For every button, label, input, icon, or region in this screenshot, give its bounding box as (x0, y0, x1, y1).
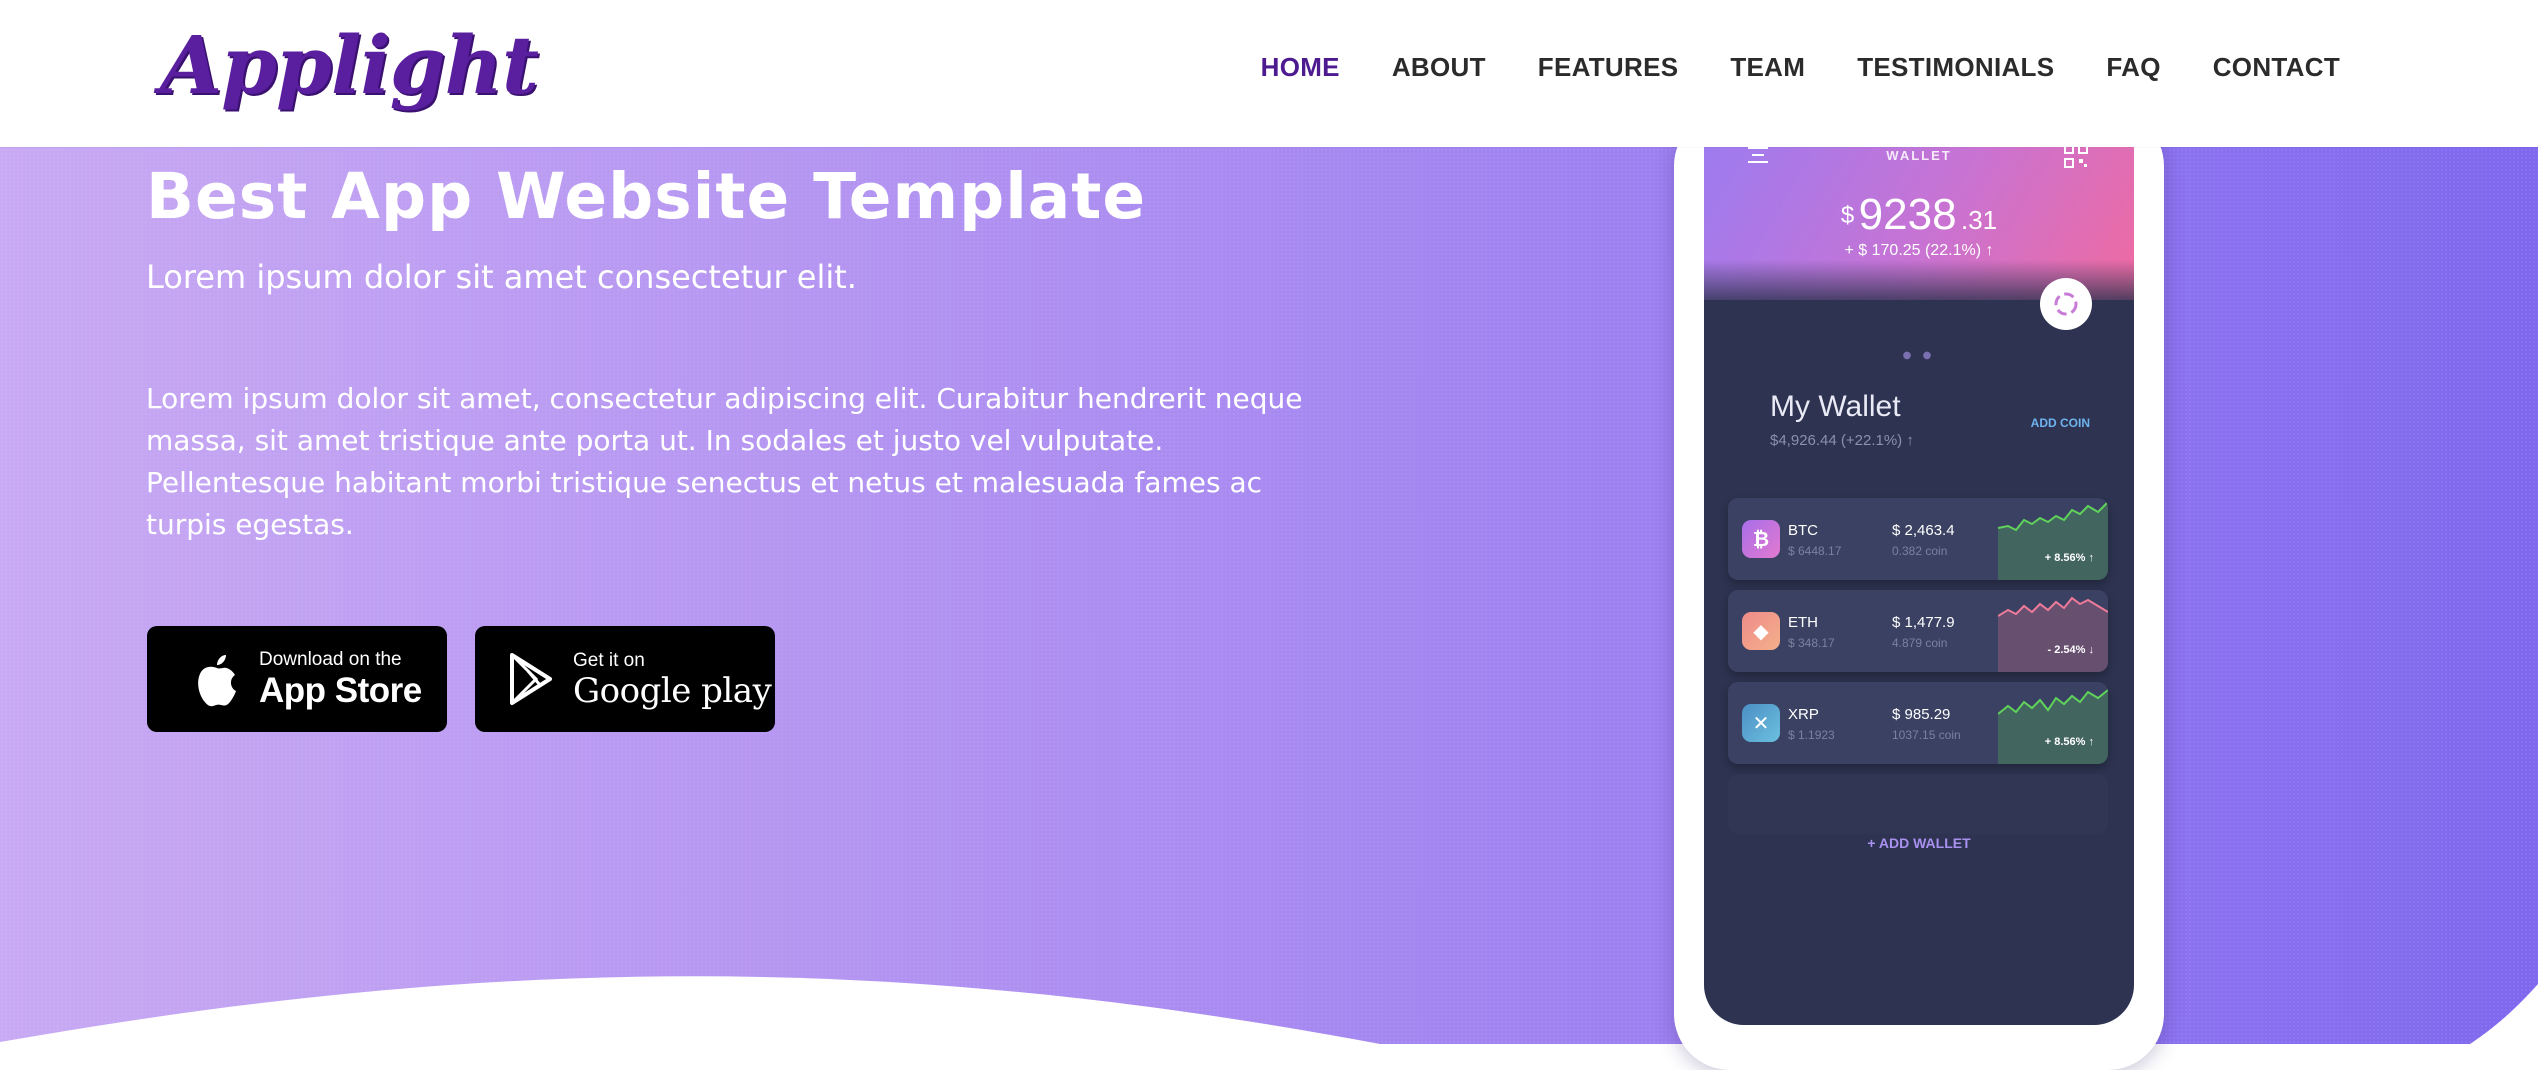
coin-price: $ 1,477.9 (1892, 614, 1955, 631)
coin-price: $ 2,463.4 (1892, 522, 1955, 539)
hero-subtitle: Lorem ipsum dolor sit amet consectetur e… (146, 258, 857, 296)
google-play-small-text: Get it on (573, 649, 645, 671)
balance-cents: .31 (1961, 205, 1998, 235)
bitcoin-icon: ₿ (1742, 520, 1780, 558)
app-store-button[interactable]: Download on the App Store (147, 626, 447, 732)
add-wallet-button[interactable]: + ADD WALLET (1704, 835, 2134, 851)
wallet-balance: $ 9238 .31 (1704, 190, 2134, 240)
nav-testimonials[interactable]: TESTIMONIALS (1857, 52, 2054, 83)
phone-screen: WALLET $ 9238 .31 + $ 170.25 (22.1%) ↑ ●… (1704, 110, 2134, 1025)
app-store-big-text: App Store (259, 671, 422, 710)
nav-team[interactable]: TEAM (1730, 52, 1805, 83)
coin-change: + 8.56% ↑ (2044, 552, 2094, 564)
phone-mockup: WALLET $ 9238 .31 + $ 170.25 (22.1%) ↑ ●… (1674, 110, 2164, 1070)
coin-amount: 4.879 coin (1892, 636, 1948, 650)
coin-card-faded (1728, 774, 2108, 834)
hero-paragraph: Lorem ipsum dolor sit amet, consectetur … (146, 382, 1303, 541)
sparkline-btc: + 8.56% ↑ (1998, 498, 2108, 580)
refresh-button[interactable] (2040, 278, 2092, 330)
coin-price: $ 985.29 (1892, 706, 1951, 723)
play-icon (510, 653, 552, 705)
nav-contact[interactable]: CONTACT (2213, 52, 2340, 83)
coin-name: XRP (1788, 706, 1819, 723)
ripple-icon: ✕ (1742, 704, 1780, 742)
nav-home[interactable]: HOME (1261, 52, 1340, 83)
my-wallet-title: My Wallet (1770, 390, 1901, 423)
coin-name: BTC (1788, 522, 1818, 539)
my-wallet-subtitle: $4,926.44 (+22.1%) ↑ (1770, 432, 1914, 449)
page-dots: ● ● (1902, 350, 1936, 361)
hero-title: Best App Website Template (146, 160, 1147, 233)
qr-code-icon (2064, 144, 2088, 168)
google-play-button[interactable]: Get it on Google play (475, 626, 775, 732)
coin-amount: 0.382 coin (1892, 544, 1948, 558)
coin-name: ETH (1788, 614, 1818, 631)
sparkline-eth: - 2.54% ↓ (1998, 590, 2108, 672)
coin-card-eth[interactable]: ◆ ETH $ 348.17 $ 1,477.9 4.879 coin - 2.… (1728, 590, 2108, 672)
coin-change: + 8.56% ↑ (2044, 736, 2094, 748)
ethereum-icon: ◆ (1742, 612, 1780, 650)
refresh-icon (2054, 292, 2078, 316)
sparkline-xrp: + 8.56% ↑ (1998, 682, 2108, 764)
coin-card-btc[interactable]: ₿ BTC $ 6448.17 $ 2,463.4 0.382 coin + 8… (1728, 498, 2108, 580)
main-nav: HOME ABOUT FEATURES TEAM TESTIMONIALS FA… (1209, 52, 2340, 83)
coin-usd: $ 6448.17 (1788, 544, 1842, 558)
site-header: Applight HOME ABOUT FEATURES TEAM TESTIM… (0, 0, 2538, 147)
brand-logo[interactable]: Applight (160, 18, 539, 112)
coin-card-xrp[interactable]: ✕ XRP $ 1.1923 $ 985.29 1037.15 coin + 8… (1728, 682, 2108, 764)
balance-change: + $ 170.25 (22.1%) ↑ (1844, 242, 1994, 259)
google-play-big-text: Google play (573, 670, 772, 711)
nav-features[interactable]: FEATURES (1538, 52, 1679, 83)
app-store-small-text: Download on the (259, 649, 402, 670)
balance-main: 9238 (1858, 190, 1957, 239)
balance-currency: $ (1840, 202, 1855, 229)
add-coin-link[interactable]: ADD COIN (2031, 416, 2090, 430)
coin-amount: 1037.15 coin (1892, 728, 1961, 742)
apple-icon (198, 655, 236, 707)
coin-change: - 2.54% ↓ (2047, 644, 2094, 656)
nav-about[interactable]: ABOUT (1392, 52, 1486, 83)
coin-usd: $ 1.1923 (1788, 728, 1835, 742)
nav-faq[interactable]: FAQ (2106, 52, 2160, 83)
coin-usd: $ 348.17 (1788, 636, 1835, 650)
